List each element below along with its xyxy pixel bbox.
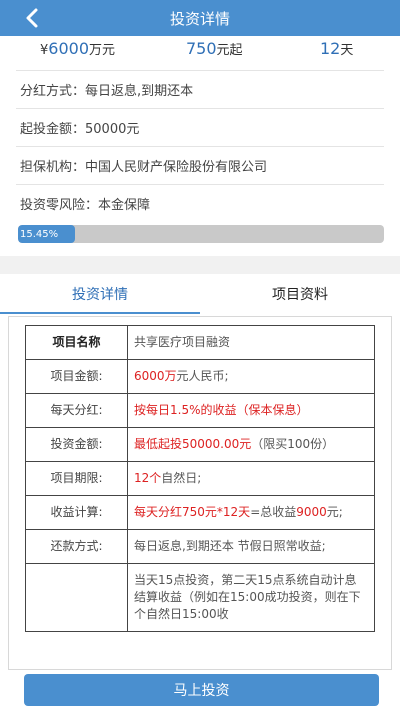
stat-amount: ¥6000万元 xyxy=(40,39,115,58)
info-row-guarantor: 担保机构：中国人民财产保险股份有限公司 xyxy=(16,146,384,184)
row-label: 收益计算: xyxy=(25,495,128,530)
amount-unit: 万元 xyxy=(89,42,116,58)
bottom-action-bar: 马上投资 xyxy=(0,670,400,710)
table-row: 项目名称 共享医疗项目融资 xyxy=(25,325,375,360)
progress-label: 15.45% xyxy=(20,228,59,240)
value-highlight: 9000 xyxy=(296,505,327,519)
row-label: 投资金额: xyxy=(25,427,128,462)
info-row-dividend: 分红方式：每日返息,到期还本 xyxy=(16,70,384,108)
row-value: 当天15点投资，第二天15点系统自动计息结算收益（例如在15:00成功投资，则在… xyxy=(127,563,375,632)
title-bar: 投资详情 xyxy=(0,0,400,36)
detail-tabs: 投资详情 项目资料 xyxy=(0,274,400,314)
section-divider xyxy=(0,256,400,274)
detail-table: 项目名称 共享医疗项目融资 项目金额: 6000万元人民币; 每天分红: 按每日… xyxy=(25,325,375,632)
table-row: 投资金额: 最低起投50000.00元（限买100份） xyxy=(25,427,375,462)
row-label: 项目期限: xyxy=(25,461,128,496)
back-arrow-icon[interactable] xyxy=(22,7,44,29)
value-text: 自然日; xyxy=(161,471,202,485)
value-text: =总收益 xyxy=(250,505,297,519)
detail-panel[interactable]: 项目名称 共享医疗项目融资 项目金额: 6000万元人民币; 每天分红: 按每日… xyxy=(8,316,392,670)
value-highlight: 12个 xyxy=(134,471,162,485)
value-highlight: 每天分红750元*12天 xyxy=(134,505,251,519)
progress-bar: 15.45% xyxy=(18,225,384,243)
progress-fill: 15.45% xyxy=(18,225,75,243)
tab-label: 投资详情 xyxy=(72,287,128,303)
table-row: 当天15点投资，第二天15点系统自动计息结算收益（例如在15:00成功投资，则在… xyxy=(25,563,375,632)
value-text: 元; xyxy=(326,505,343,519)
table-row: 项目期限: 12个自然日; xyxy=(25,461,375,496)
table-row: 还款方式: 每日返息,到期还本 节假日照常收益; xyxy=(25,529,375,564)
row-label: 还款方式: xyxy=(25,529,128,564)
stat-min: 750元起 xyxy=(186,39,243,58)
row-label xyxy=(25,563,128,632)
page-title: 投资详情 xyxy=(169,9,230,28)
tab-investment-details[interactable]: 投资详情 xyxy=(0,274,200,314)
min-value: 750 xyxy=(186,38,217,58)
row-value: 共享医疗项目融资 xyxy=(127,325,375,360)
term-unit: 天 xyxy=(340,42,354,58)
table-row: 收益计算: 每天分红750元*12天=总收益9000元; xyxy=(25,495,375,530)
info-row-min-invest: 起投金额：50000元 xyxy=(16,108,384,146)
value-highlight: 最低起投50000.00元 xyxy=(134,437,252,451)
row-label: 项目名称 xyxy=(25,325,128,360)
row-value: 每天分红750元*12天=总收益9000元; xyxy=(127,495,375,530)
row-value: 按每日1.5%的收益（保本保息） xyxy=(127,393,375,428)
tab-label: 项目资料 xyxy=(272,287,328,303)
invest-now-button[interactable]: 马上投资 xyxy=(24,674,379,706)
value-text: 元人民币; xyxy=(176,369,229,383)
row-value: 12个自然日; xyxy=(127,461,375,496)
info-row-risk: 投资零风险：本金保障 xyxy=(16,184,384,222)
tab-project-materials[interactable]: 项目资料 xyxy=(200,274,400,314)
value-highlight: 按每日1.5%的收益（保本保息） xyxy=(134,403,309,417)
row-value: 每日返息,到期还本 节假日照常收益; xyxy=(127,529,375,564)
investment-stats: ¥6000万元 750元起 12天 xyxy=(0,36,400,60)
term-value: 12 xyxy=(320,38,341,58)
table-row: 项目金额: 6000万元人民币; xyxy=(25,359,375,394)
value-text: （限买100份） xyxy=(251,437,335,451)
row-value: 6000万元人民币; xyxy=(127,359,375,394)
min-unit: 元起 xyxy=(216,42,243,58)
amount-value: 6000 xyxy=(48,38,89,58)
row-value: 最低起投50000.00元（限买100份） xyxy=(127,427,375,462)
value-highlight: 6000万 xyxy=(134,369,177,383)
row-label: 项目金额: xyxy=(25,359,128,394)
row-label: 每天分红: xyxy=(25,393,128,428)
table-row: 每天分红: 按每日1.5%的收益（保本保息） xyxy=(25,393,375,428)
stat-term: 12天 xyxy=(320,39,353,58)
